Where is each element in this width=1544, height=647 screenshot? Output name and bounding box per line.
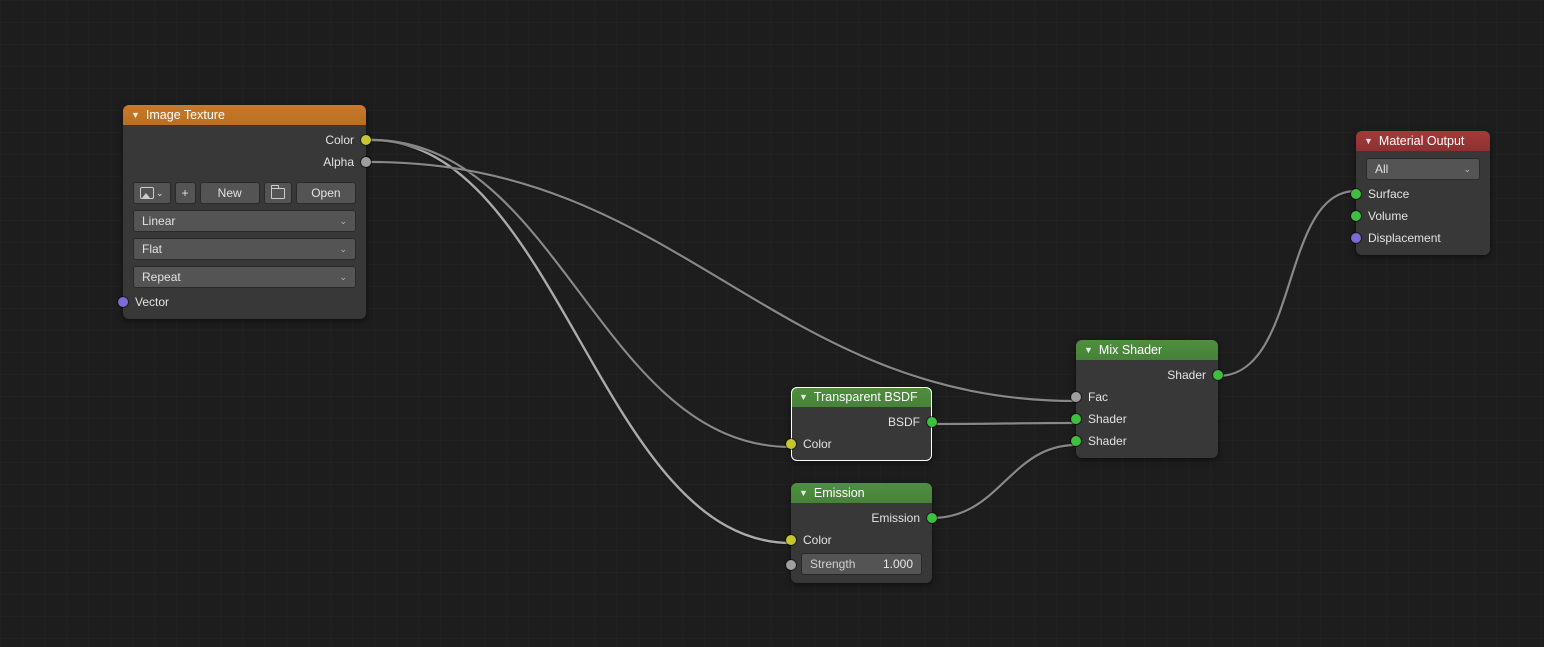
socket-label: Color <box>325 133 354 147</box>
node-emission[interactable]: ▼ Emission Emission Color Strength 1.000 <box>791 483 932 583</box>
node-header[interactable]: ▼ Transparent BSDF <box>791 387 932 407</box>
socket-label: Volume <box>1368 209 1408 223</box>
node-title: Transparent BSDF <box>814 390 918 404</box>
node-material-output[interactable]: ▼ Material Output All ⌄ Surface Volume D… <box>1356 131 1490 255</box>
collapse-triangle-icon[interactable]: ▼ <box>1364 137 1373 146</box>
socket-output-shader[interactable] <box>1213 370 1223 380</box>
input-volume: Volume <box>1356 205 1490 227</box>
chevron-down-icon: ⌄ <box>1463 164 1471 175</box>
socket-label: Fac <box>1088 390 1108 404</box>
collapse-triangle-icon[interactable]: ▼ <box>1084 346 1093 355</box>
interpolation-select[interactable]: Linear ⌄ <box>133 210 356 232</box>
node-title: Material Output <box>1379 134 1464 148</box>
socket-output-emission[interactable] <box>927 513 937 523</box>
strength-field[interactable]: Strength 1.000 <box>801 553 922 575</box>
chevron-down-icon: ⌄ <box>339 244 347 255</box>
add-image-button[interactable]: + <box>175 182 196 204</box>
socket-label: Emission <box>871 511 920 525</box>
socket-input-color[interactable] <box>786 535 796 545</box>
socket-input-displacement[interactable] <box>1351 233 1361 243</box>
select-value: Repeat <box>142 270 181 284</box>
socket-label: Shader <box>1167 368 1206 382</box>
socket-input-surface[interactable] <box>1351 189 1361 199</box>
input-fac: Fac <box>1076 386 1218 408</box>
node-image-texture[interactable]: ▼ Image Texture Color Alpha ⌄ + New Open <box>123 105 366 319</box>
node-header[interactable]: ▼ Material Output <box>1356 131 1490 151</box>
node-header[interactable]: ▼ Mix Shader <box>1076 340 1218 360</box>
output-bsdf: BSDF <box>791 411 932 433</box>
input-shader-2: Shader <box>1076 430 1218 452</box>
socket-label: Color <box>803 437 832 451</box>
input-color: Color <box>791 433 932 455</box>
socket-output-alpha[interactable] <box>361 157 371 167</box>
node-title: Emission <box>814 486 865 500</box>
socket-label: Alpha <box>323 155 354 169</box>
open-folder-button[interactable] <box>264 182 292 204</box>
socket-output-bsdf[interactable] <box>927 417 937 427</box>
chevron-down-icon: ⌄ <box>339 216 347 227</box>
socket-input-fac[interactable] <box>1071 392 1081 402</box>
chevron-down-icon: ⌄ <box>156 188 164 199</box>
socket-label: Surface <box>1368 187 1409 201</box>
target-select[interactable]: All ⌄ <box>1366 158 1480 180</box>
node-transparent-bsdf[interactable]: ▼ Transparent BSDF BSDF Color <box>791 387 932 461</box>
socket-label: Vector <box>135 295 169 309</box>
output-emission: Emission <box>791 507 932 529</box>
socket-input-shader[interactable] <box>1071 436 1081 446</box>
output-alpha: Alpha <box>123 151 366 173</box>
image-browse-button[interactable]: ⌄ <box>133 182 171 204</box>
node-title: Image Texture <box>146 108 225 122</box>
field-value: 1.000 <box>883 557 913 571</box>
socket-input-vector[interactable] <box>118 297 128 307</box>
output-color: Color <box>123 129 366 151</box>
input-surface: Surface <box>1356 183 1490 205</box>
socket-label: Displacement <box>1368 231 1441 245</box>
extension-select[interactable]: Repeat ⌄ <box>133 266 356 288</box>
projection-select[interactable]: Flat ⌄ <box>133 238 356 260</box>
image-icon <box>140 187 154 199</box>
node-header[interactable]: ▼ Emission <box>791 483 932 503</box>
output-shader: Shader <box>1076 364 1218 386</box>
chevron-down-icon: ⌄ <box>339 272 347 283</box>
collapse-triangle-icon[interactable]: ▼ <box>799 393 808 402</box>
node-editor-grid[interactable] <box>0 0 1544 647</box>
input-color: Color <box>791 529 932 551</box>
socket-input-strength[interactable] <box>786 560 796 570</box>
node-header[interactable]: ▼ Image Texture <box>123 105 366 125</box>
new-image-button[interactable]: New <box>200 182 260 204</box>
socket-label: BSDF <box>888 415 920 429</box>
collapse-triangle-icon[interactable]: ▼ <box>131 111 140 120</box>
socket-input-shader[interactable] <box>1071 414 1081 424</box>
folder-icon <box>271 188 285 199</box>
node-mix-shader[interactable]: ▼ Mix Shader Shader Fac Shader Shader <box>1076 340 1218 458</box>
input-vector: Vector <box>123 291 366 313</box>
input-shader-1: Shader <box>1076 408 1218 430</box>
socket-input-color[interactable] <box>786 439 796 449</box>
socket-label: Color <box>803 533 832 547</box>
socket-input-volume[interactable] <box>1351 211 1361 221</box>
socket-label: Shader <box>1088 412 1127 426</box>
collapse-triangle-icon[interactable]: ▼ <box>799 489 808 498</box>
node-title: Mix Shader <box>1099 343 1162 357</box>
select-value: Flat <box>142 242 162 256</box>
select-value: Linear <box>142 214 175 228</box>
input-displacement: Displacement <box>1356 227 1490 249</box>
socket-output-color[interactable] <box>361 135 371 145</box>
field-label: Strength <box>810 557 855 571</box>
select-value: All <box>1375 162 1388 176</box>
open-image-button[interactable]: Open <box>296 182 356 204</box>
socket-label: Shader <box>1088 434 1127 448</box>
